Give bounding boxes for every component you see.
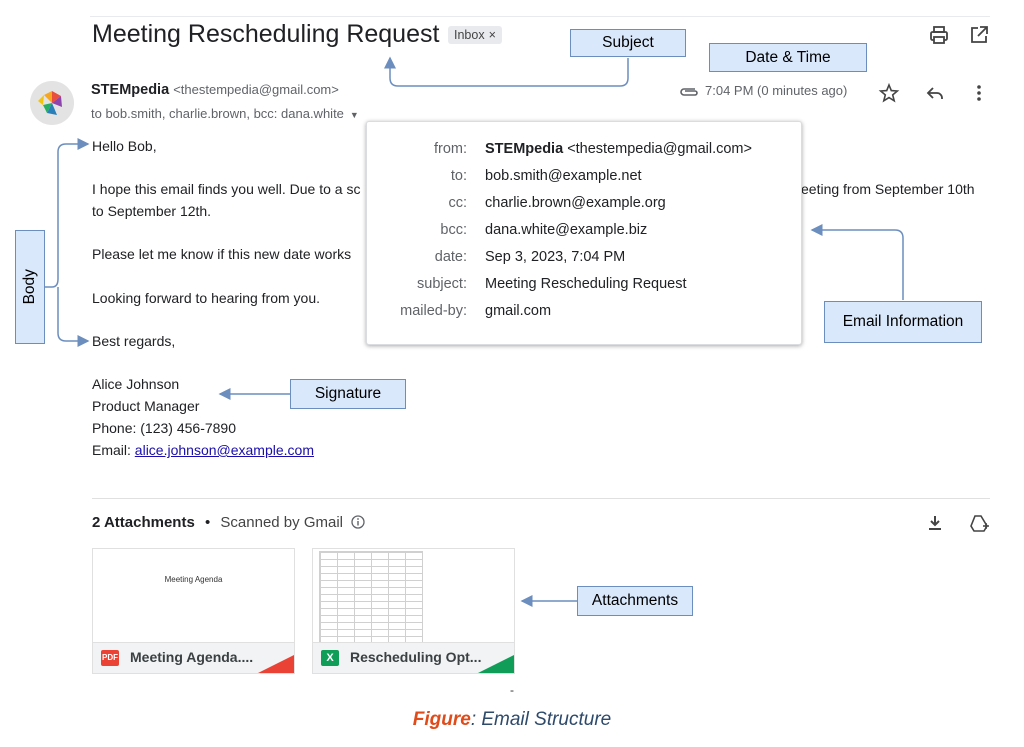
caption-dash: - bbox=[510, 683, 514, 697]
caption-text: : Email Structure bbox=[470, 709, 612, 730]
datetime-callout: Date & Time bbox=[709, 43, 867, 72]
email-info-arrow bbox=[810, 224, 904, 300]
body-callout-text: Body bbox=[21, 269, 39, 305]
email-info-callout: Email Information bbox=[824, 301, 982, 343]
body-callout: Body bbox=[15, 230, 45, 344]
subject-callout: Subject bbox=[570, 29, 686, 57]
annotation-arrows bbox=[45, 56, 904, 607]
attachments-callout: Attachments bbox=[577, 586, 693, 616]
caption-figure-word: Figure bbox=[412, 709, 471, 730]
signature-callout: Signature bbox=[290, 379, 406, 409]
subject-arrow bbox=[384, 56, 629, 87]
figure-caption: Figure: Email Structure bbox=[0, 709, 1024, 731]
body-arrow-top bbox=[45, 138, 90, 288]
body-arrow-bottom bbox=[57, 287, 90, 347]
